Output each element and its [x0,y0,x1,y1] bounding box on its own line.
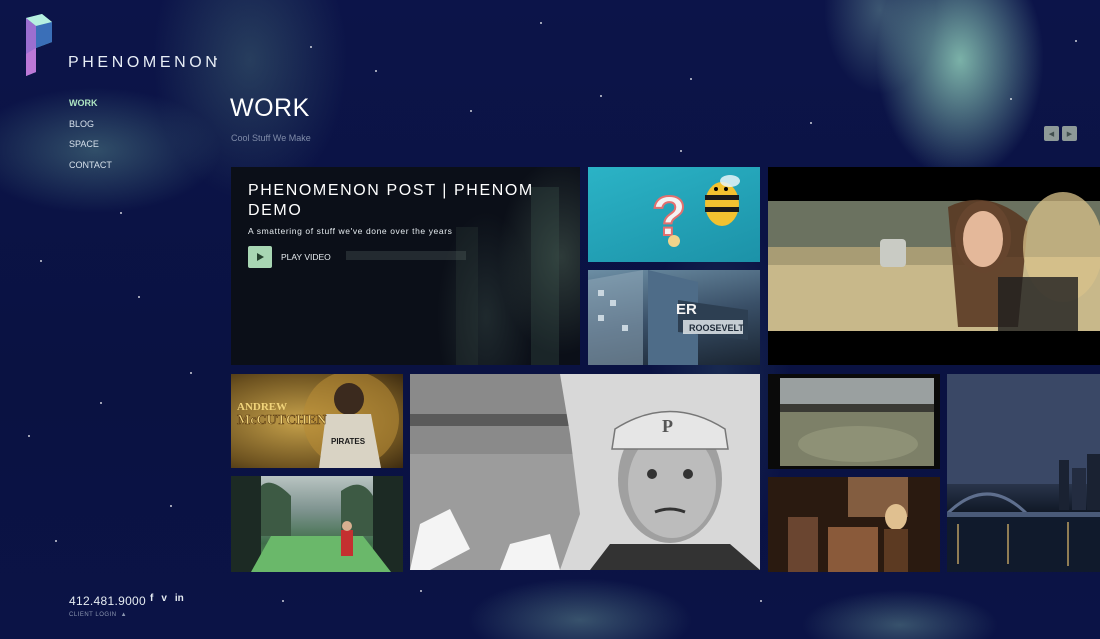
caret-up-icon: ▲ [120,612,128,618]
phenomenon-logo-icon [26,14,52,76]
play-video-button[interactable]: PLAY VIDEO [248,246,331,268]
thumbnail-question-bee[interactable]: ? [588,167,760,262]
next-button[interactable]: ▶ [1062,126,1077,141]
city-night-image [947,374,1100,572]
andrew-caption-bottom: McCUTCHEN [237,413,326,428]
thumbnail-building[interactable]: ROOSEVELT ER [588,270,760,365]
andrew-caption-top: ANDREW [237,401,287,413]
baseball-legend-image: P [410,374,760,570]
car-woman-image [768,192,1100,331]
play-video-label: PLAY VIDEO [281,252,331,262]
page-subtitle: Cool Stuff We Make [231,133,311,143]
golf-course-image [231,476,403,572]
building-sign-text: ROOSEVELT [689,323,744,333]
prev-button[interactable]: ◀ [1044,126,1059,141]
cap-letter: P [662,416,673,436]
chevron-right-icon: ▶ [1066,130,1073,138]
slider-controls: ◀ ▶ [1044,126,1077,141]
phone-number[interactable]: 412.481.9000 [69,594,146,608]
featured-video-tile[interactable]: PHENOMENON POST | PHENOM DEMO A smatteri… [231,167,580,365]
svg-text:PIRATES: PIRATES [331,437,366,446]
social-links: f v in [150,593,184,604]
facebook-icon[interactable]: f [150,593,153,604]
nav-item-space[interactable]: SPACE [69,134,112,155]
thumbnail-baseball-legend[interactable]: P [410,374,760,570]
building-letters-text: ER [676,301,697,318]
page-title: WORK [230,94,310,122]
linkedin-icon[interactable]: in [175,593,184,604]
featured-title: PHENOMENON POST | PHENOM DEMO [248,182,534,219]
question-bee-image: ? [651,175,740,248]
thumbnail-city-night[interactable] [947,374,1100,572]
building-image: ROOSEVELT ER [588,270,748,365]
vimeo-icon[interactable]: v [161,593,167,604]
main-nav: WORK BLOG SPACE CONTACT [69,93,112,175]
play-icon [248,246,272,268]
chevron-left-icon: ◀ [1048,130,1055,138]
old-stadium-image [768,374,934,469]
featured-description: A smattering of stuff we've done over th… [248,226,453,236]
nav-item-blog[interactable]: BLOG [69,114,112,135]
brand-logo[interactable]: PHENOMENON [22,14,217,76]
thumbnail-old-stadium[interactable] [768,374,940,469]
thumbnail-car-woman[interactable] [768,167,1100,365]
andrew-mccutchen-image: PIRATES ANDREW McCUTCHEN [237,374,399,468]
nav-item-work[interactable]: WORK [69,93,112,114]
client-login-label: CLIENT LOGIN [69,612,117,618]
thumbnail-andrew-mccutchen[interactable]: PIRATES ANDREW McCUTCHEN [231,374,403,468]
client-login-link[interactable]: CLIENT LOGIN ▲ [69,612,127,618]
thumbnail-golf-course[interactable] [231,476,403,572]
thumbnail-restaurant-scene[interactable] [768,477,940,572]
restaurant-scene-image [768,477,940,572]
brand-name: PHENOMENON [68,54,221,71]
nav-item-contact[interactable]: CONTACT [69,155,112,176]
